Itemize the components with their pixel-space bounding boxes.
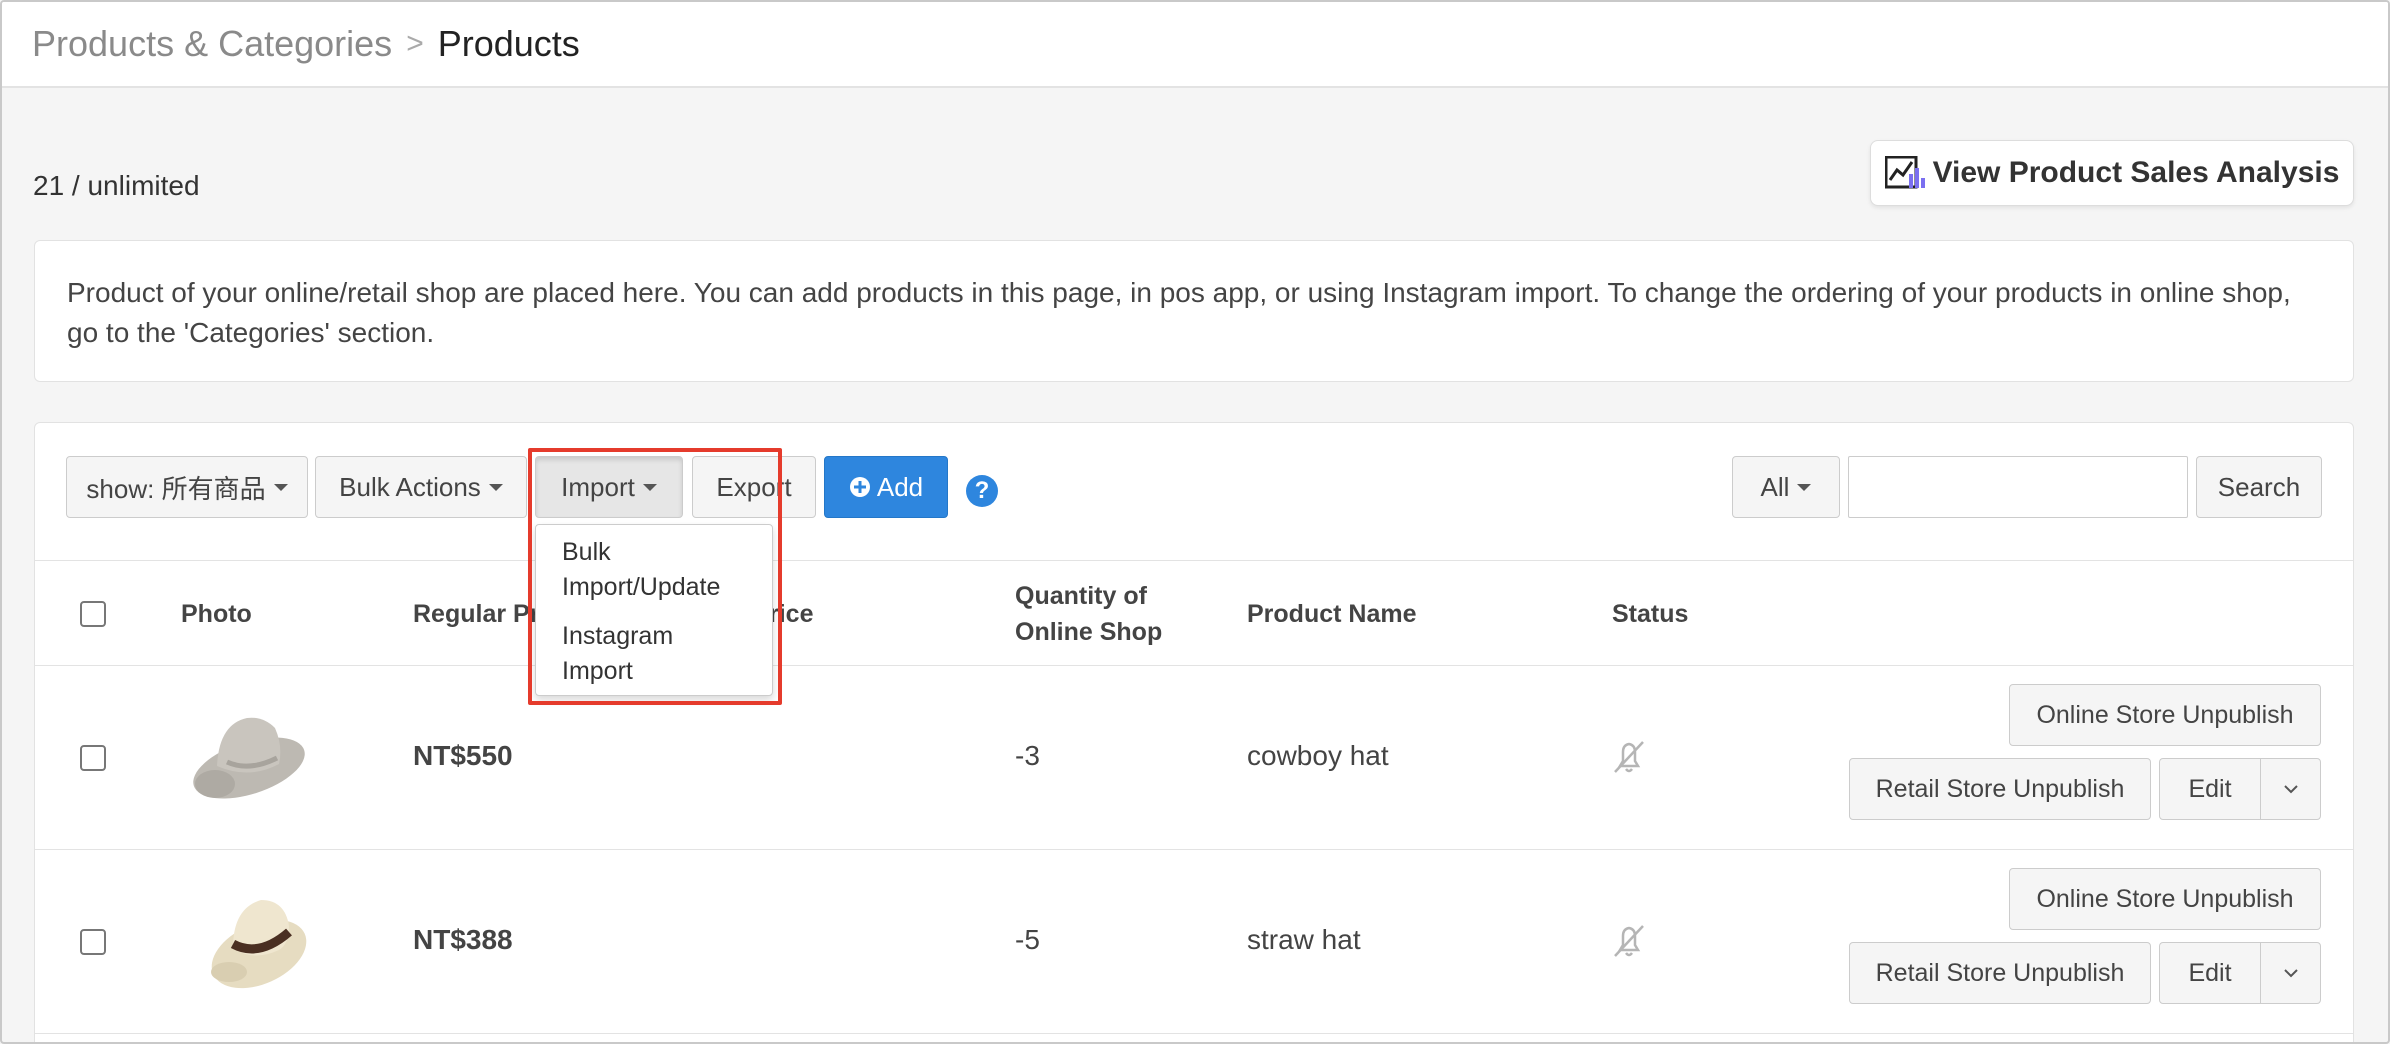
breadcrumb: Products & Categories > Products — [2, 2, 2388, 88]
import-dropdown[interactable]: Import — [535, 456, 683, 518]
row-checkbox[interactable] — [80, 929, 106, 955]
header-status: Status — [1612, 600, 1689, 628]
row-product-name[interactable]: straw hat — [1247, 924, 1361, 956]
export-button[interactable]: Export — [692, 456, 816, 518]
menu-item-bulk-import-update[interactable]: Bulk Import/Update — [562, 535, 762, 605]
table-row: NT$550 -3 cowboy hat Online Store Unpubl… — [35, 666, 2353, 850]
menu-item-instagram-import-line2: Import — [562, 657, 633, 685]
row-regular-price: NT$388 — [413, 924, 513, 955]
header-regular-price: Regular Pr — [413, 600, 540, 628]
import-menu: Bulk Import/Update Instagram Import — [535, 524, 773, 696]
search-label: Search — [2217, 471, 2301, 502]
row-actions-dropdown[interactable] — [2260, 758, 2321, 820]
bulk-actions-label: Bulk Actions — [339, 471, 481, 502]
breadcrumb-separator: > — [406, 27, 424, 60]
scope-dropdown[interactable]: All — [1732, 456, 1840, 518]
header-product-name: Product Name — [1247, 600, 1417, 628]
product-count: 21 / unlimited — [33, 170, 200, 201]
view-sales-analysis-button[interactable]: View Product Sales Analysis — [1870, 140, 2354, 206]
online-store-unpublish-button[interactable]: Online Store Unpublish — [2009, 684, 2321, 746]
retail-store-unpublish-button[interactable]: Retail Store Unpublish — [1849, 942, 2151, 1004]
cowboy-hat-photo[interactable] — [187, 706, 317, 810]
header-photo: Photo — [181, 600, 252, 628]
row-product-name[interactable]: cowboy hat — [1247, 740, 1389, 772]
table-header: Photo Regular Pr rice Quantity of Online… — [35, 560, 2353, 666]
menu-item-instagram-import[interactable]: Instagram Import — [562, 619, 762, 689]
row-actions-dropdown[interactable] — [2260, 942, 2321, 1004]
header-quantity: Quantity of Online Shop — [1015, 578, 1162, 650]
table-row: NT$388 -5 straw hat Online Store Unpubli… — [35, 850, 2353, 1034]
import-label: Import — [561, 471, 635, 502]
edit-button[interactable]: Edit — [2159, 942, 2261, 1004]
row-checkbox[interactable] — [80, 745, 106, 771]
search-button[interactable]: Search — [2196, 456, 2322, 518]
row-regular-price: NT$550 — [413, 740, 513, 771]
chevron-down-icon — [2283, 969, 2298, 978]
notification-off-icon — [1614, 741, 1644, 773]
select-all-checkbox[interactable] — [80, 601, 106, 627]
chevron-down-icon — [273, 483, 288, 491]
chevron-down-icon — [642, 483, 657, 491]
row-quantity: -3 — [1015, 740, 1040, 771]
app-frame: Products & Categories > Products 21 / un… — [0, 0, 2390, 1044]
breadcrumb-root[interactable]: Products & Categories — [32, 23, 392, 65]
show-filter-dropdown[interactable]: show: 所有商品 — [66, 456, 308, 518]
plus-circle-icon — [849, 477, 870, 497]
add-button[interactable]: Add — [824, 456, 948, 518]
scope-label: All — [1760, 471, 1790, 502]
add-label: Add — [876, 471, 924, 502]
view-sales-analysis-label: View Product Sales Analysis — [1932, 156, 2340, 189]
menu-item-bulk-import-line1: Bulk — [562, 538, 611, 566]
export-label: Export — [716, 471, 792, 502]
header-quantity-line2: Online Shop — [1015, 618, 1163, 646]
chevron-down-icon — [488, 483, 503, 491]
menu-item-instagram-import-line1: Instagram — [562, 622, 674, 650]
menu-item-bulk-import-line2: Import/Update — [562, 573, 721, 601]
show-filter-label: show: 所有商品 — [86, 473, 266, 504]
edit-button[interactable]: Edit — [2159, 758, 2261, 820]
straw-hat-photo[interactable] — [203, 886, 315, 994]
header-quantity-line1: Quantity of — [1015, 582, 1147, 610]
search-input[interactable] — [1848, 456, 2188, 518]
chart-icon — [1884, 156, 1925, 189]
notification-off-icon — [1614, 925, 1644, 957]
info-notice: Product of your online/retail shop are p… — [34, 240, 2354, 382]
chevron-down-icon — [1797, 483, 1812, 491]
header-price: rice — [769, 600, 814, 628]
help-icon[interactable]: ? — [966, 475, 998, 507]
bulk-actions-dropdown[interactable]: Bulk Actions — [315, 456, 527, 518]
online-store-unpublish-button[interactable]: Online Store Unpublish — [2009, 868, 2321, 930]
page-title: Products — [437, 23, 580, 64]
row-quantity: -5 — [1015, 924, 1040, 955]
retail-store-unpublish-button[interactable]: Retail Store Unpublish — [1849, 758, 2151, 820]
chevron-down-icon — [2283, 785, 2298, 794]
